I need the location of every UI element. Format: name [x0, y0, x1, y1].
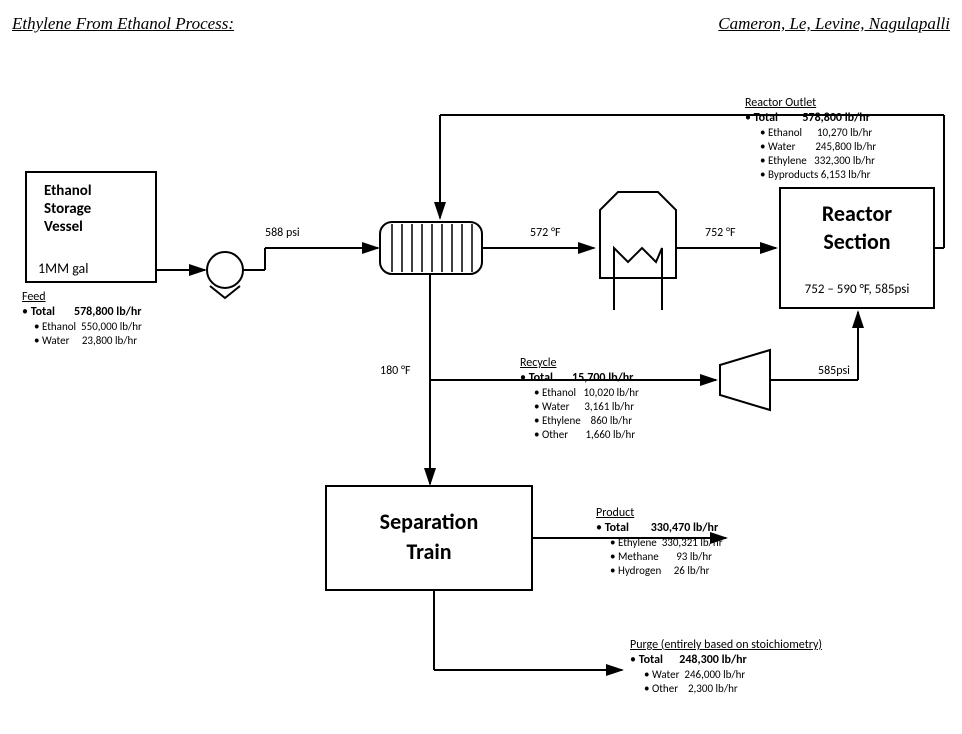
purge-heading: Purge (entirely based on stoichiometry) — [630, 638, 822, 653]
purge-row-0: • Water 246,000 lb/hr — [644, 668, 745, 682]
feed-heading: Feed — [22, 290, 46, 305]
storage-title2: Storage — [44, 200, 91, 218]
sep-title2: Train — [330, 538, 528, 565]
product-heading: Product — [596, 506, 634, 521]
hex-cold-temp: 180 °F — [380, 364, 411, 379]
storage-capacity: 1MM gal — [38, 260, 88, 277]
pump-pressure: 588 psi — [265, 226, 300, 241]
ro-row-2: • Ethylene 332,300 lb/hr — [760, 154, 875, 168]
recycle-row-1: • Water 3,161 lb/hr — [534, 400, 634, 414]
product-row-0: • Ethylene 330,321 lb/hr — [610, 536, 723, 550]
product-row-2: • Hydrogen 26 lb/hr — [610, 564, 710, 578]
ro-row-0: • Ethanol 10,270 lb/hr — [760, 126, 872, 140]
ro-row-1: • Water 245,800 lb/hr — [760, 140, 876, 154]
recycle-heading: Recycle — [520, 356, 556, 371]
recycle-row-2: • Ethylene 860 lb/hr — [534, 414, 632, 428]
feed-row-0: • Ethanol 550,000 lb/hr — [34, 320, 142, 334]
feed-total-row: • Total 578,800 lb/hr — [22, 305, 142, 320]
reactor-title2: Section — [790, 228, 924, 255]
product-row-1: • Methane 93 lb/hr — [610, 550, 712, 564]
comp-pressure: 585psi — [818, 364, 850, 379]
reactor-conditions: 752 – 590 °F, 585psi — [786, 282, 928, 297]
sep-title1: Separation — [330, 508, 528, 535]
furnace-out-temp: 752 °F — [705, 226, 736, 241]
recycle-row-0: • Ethanol 10,020 lb/hr — [534, 386, 639, 400]
recycle-total-row: • Total 15,700 lb/hr — [520, 371, 633, 386]
purge-total-row: • Total 248,300 lb/hr — [630, 653, 747, 668]
ro-heading: Reactor Outlet — [745, 96, 816, 111]
reactor-title1: Reactor — [790, 200, 924, 227]
recycle-row-3: • Other 1,660 lb/hr — [534, 428, 635, 442]
product-total-row: • Total 330,470 lb/hr — [596, 521, 718, 536]
feed-row-1: • Water 23,800 lb/hr — [34, 334, 137, 348]
storage-title3: Vessel — [44, 218, 83, 236]
storage-title1: Ethanol — [44, 182, 92, 200]
hex-out-temp: 572 °F — [530, 226, 561, 241]
purge-row-1: • Other 2,300 lb/hr — [644, 682, 738, 696]
ro-total-row: • Total 578,800 lb/hr — [745, 111, 870, 126]
ro-row-3: • Byproducts 6,153 lb/hr — [760, 168, 870, 182]
